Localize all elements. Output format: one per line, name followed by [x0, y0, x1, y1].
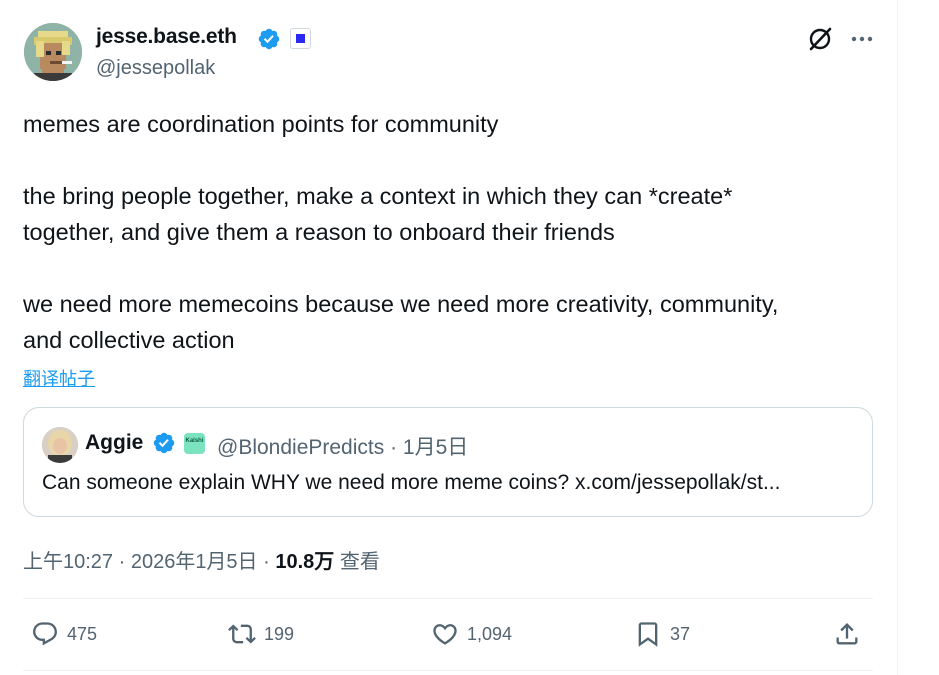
kalshi-badge-icon[interactable]: Kalshi — [184, 433, 205, 454]
heart-icon — [433, 624, 457, 645]
share-icon — [836, 623, 858, 645]
affiliation-badge-icon[interactable] — [290, 28, 311, 49]
author-avatar[interactable] — [24, 23, 82, 81]
divider — [23, 598, 873, 599]
divider — [23, 670, 873, 671]
grok-icon[interactable] — [806, 25, 834, 53]
reply-count: 475 — [67, 623, 98, 644]
bookmark-button[interactable]: 37 — [634, 618, 690, 650]
view-count: 10.8万 — [275, 551, 335, 573]
column-divider — [897, 0, 898, 675]
reply-icon — [33, 622, 57, 646]
bookmark-count: 37 — [670, 623, 691, 644]
verified-badge-icon[interactable] — [152, 431, 176, 455]
action-bar: 475 199 1,094 37 — [23, 610, 873, 660]
reply-button[interactable]: 475 — [31, 618, 97, 650]
tweet-line: memes are coordination points for commun… — [23, 111, 499, 137]
tweet-line: and collective action — [23, 327, 235, 353]
tweet-header: jesse.base.eth @jessepollak — [24, 23, 874, 85]
more-icon[interactable] — [848, 25, 876, 53]
tweet-line: we need more memecoins because we need m… — [23, 291, 779, 317]
views-label: 查看 — [334, 551, 380, 573]
like-button[interactable]: 1,094 — [431, 618, 512, 650]
author-name[interactable]: jesse.base.eth — [96, 25, 237, 49]
repost-icon — [228, 624, 256, 644]
quote-author-avatar[interactable] — [42, 427, 78, 463]
quote-text: Can someone explain WHY we need more mem… — [42, 471, 781, 494]
portrait-avatar-icon — [42, 427, 78, 463]
quote-author-name[interactable]: Aggie — [85, 431, 143, 455]
pixel-avatar-icon — [24, 23, 82, 81]
share-button[interactable] — [833, 618, 861, 650]
repost-count: 199 — [264, 623, 295, 644]
verified-badge-icon[interactable] — [257, 27, 281, 51]
quote-meta[interactable]: @BlondiePredicts · 1月5日 — [217, 431, 468, 461]
tweet-line: together, and give them a reason to onbo… — [23, 219, 615, 245]
bookmark-icon — [638, 622, 658, 647]
quoted-tweet[interactable]: Aggie Kalshi @BlondiePredicts · 1月5日 Can… — [23, 407, 873, 517]
repost-button[interactable]: 199 — [228, 618, 294, 650]
author-handle[interactable]: @jessepollak — [96, 57, 215, 80]
translate-post-link[interactable]: 翻译帖子 — [23, 365, 95, 391]
timestamp-text: 上午10:27 · 2026年1月5日 · — [23, 551, 276, 573]
like-count: 1,094 — [467, 623, 513, 644]
tweet-line: the bring people together, make a contex… — [23, 183, 733, 209]
tweet-body: memes are coordination points for commun… — [23, 106, 883, 358]
tweet-timestamp[interactable]: 上午10:27 · 2026年1月5日 · 10.8万 查看 — [23, 545, 380, 574]
